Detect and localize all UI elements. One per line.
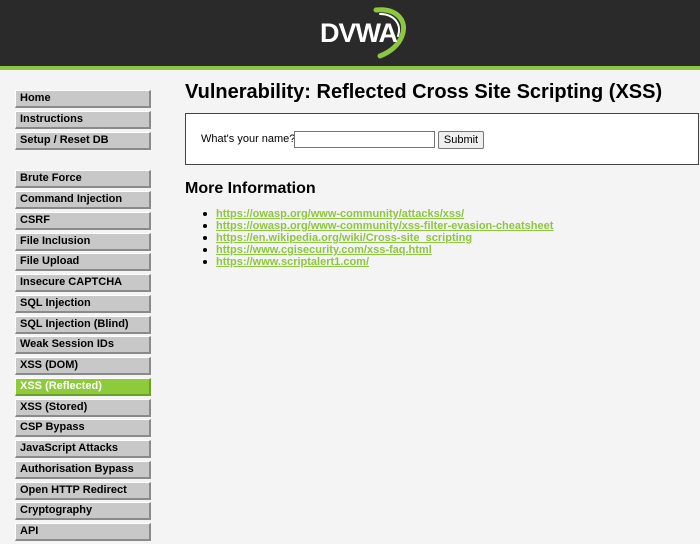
submit-button[interactable]: Submit (438, 131, 484, 149)
sidebar-menu: Home Instructions Setup / Reset DB Brute F… (15, 90, 151, 544)
sidebar-item-weak-session-ids[interactable]: Weak Session IDs (15, 336, 151, 355)
info-link[interactable]: https://owasp.org/www-community/attacks/… (216, 208, 464, 220)
list-item: https://en.wikipedia.org/wiki/Cross-site… (201, 232, 553, 244)
info-link[interactable]: https://www.cgisecurity.com/xss-faq.html (216, 244, 432, 256)
sidebar-item-sql-injection[interactable]: SQL Injection (15, 294, 151, 313)
menu-gap (15, 152, 151, 170)
list-item: https://owasp.org/www-community/attacks/… (201, 208, 553, 220)
bullet-icon (203, 224, 207, 228)
info-link[interactable]: https://www.scriptalert1.com/ (216, 256, 369, 268)
list-item: https://www.scriptalert1.com/ (201, 256, 553, 268)
sidebar-item-csp-bypass[interactable]: CSP Bypass (15, 419, 151, 438)
sidebar-item-file-upload[interactable]: File Upload (15, 253, 151, 272)
sidebar-item-instructions[interactable]: Instructions (15, 110, 151, 129)
sidebar-item-command-injection[interactable]: Command Injection (15, 191, 151, 209)
info-link[interactable]: https://owasp.org/www-community/xss-filt… (216, 220, 553, 232)
sidebar-item-csrf[interactable]: CSRF (15, 211, 151, 230)
name-label: What's your name? (201, 133, 296, 145)
menu-group-general: Home Instructions Setup / Reset DB (15, 90, 151, 150)
sidebar-item-home[interactable]: Home (15, 90, 151, 108)
sidebar-item-file-inclusion[interactable]: File Inclusion (15, 232, 151, 251)
sidebar-item-sql-injection-blind[interactable]: SQL Injection (Blind) (15, 315, 151, 334)
dvwa-logo[interactable]: DVWA (318, 6, 410, 62)
sidebar-item-xss-dom[interactable]: XSS (DOM) (15, 357, 151, 375)
logo-text: DVWA (320, 18, 398, 48)
sidebar-item-api[interactable]: API (15, 523, 151, 541)
more-info-heading: More Information (185, 180, 316, 197)
sidebar-item-javascript-attacks[interactable]: JavaScript Attacks (15, 440, 151, 458)
sidebar-item-authorisation-bypass[interactable]: Authorisation Bypass (15, 460, 151, 479)
bullet-icon (203, 236, 207, 240)
name-form: What's your name? Submit (185, 113, 699, 165)
info-link[interactable]: https://en.wikipedia.org/wiki/Cross-site… (216, 232, 472, 244)
menu-group-vulnerabilities: Brute Force Command Injection CSRF File Inc… (15, 170, 151, 541)
list-item: https://www.cgisecurity.com/xss-faq.html (201, 244, 553, 256)
list-item: https://owasp.org/www-community/xss-filt… (201, 220, 553, 232)
main-content: Vulnerability: Reflected Cross Site Scri… (185, 80, 699, 268)
more-info-links: https://owasp.org/www-community/attacks/… (201, 208, 553, 268)
sidebar-item-xss-reflected[interactable]: XSS (Reflected) (15, 377, 151, 396)
name-input[interactable] (294, 131, 435, 148)
bullet-icon (203, 260, 207, 264)
sidebar-item-brute-force[interactable]: Brute Force (15, 170, 151, 189)
sidebar-item-cryptography[interactable]: Cryptography (15, 502, 151, 521)
bullet-icon (203, 212, 207, 216)
sidebar-item-insecure-captcha[interactable]: Insecure CAPTCHA (15, 274, 151, 292)
sidebar-item-xss-stored[interactable]: XSS (Stored) (15, 398, 151, 417)
bullet-icon (203, 248, 207, 252)
page-title: Vulnerability: Reflected Cross Site Scri… (185, 81, 663, 103)
sidebar-item-setup-reset-db[interactable]: Setup / Reset DB (15, 131, 151, 150)
sidebar-item-open-http-redirect[interactable]: Open HTTP Redirect (15, 481, 151, 500)
header-stripe (0, 66, 700, 70)
header-bar: DVWA (0, 0, 700, 66)
